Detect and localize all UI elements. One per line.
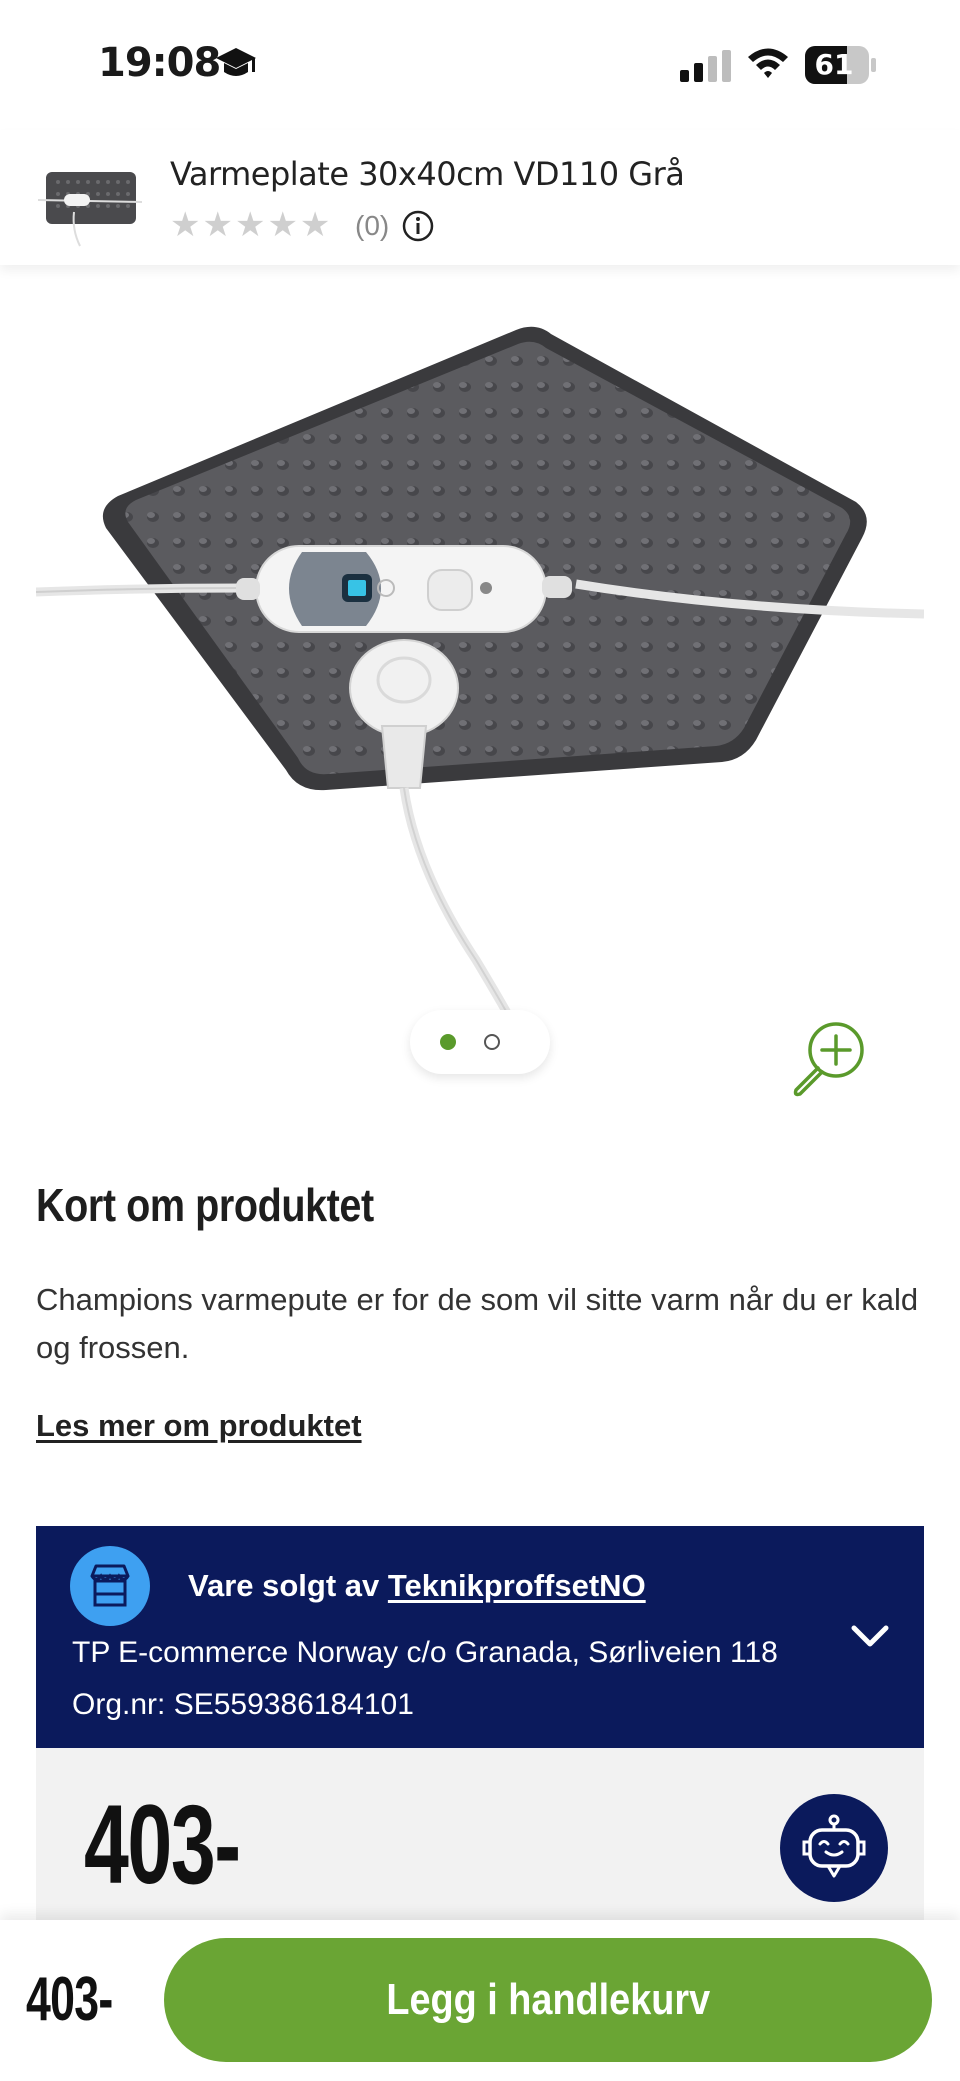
- chevron-down-icon[interactable]: [850, 1624, 890, 1650]
- about-description: Champions varmepute er for de som vil si…: [36, 1282, 919, 1365]
- product-price: 403-: [84, 1782, 241, 1907]
- bottom-price: 403-: [26, 1965, 113, 2034]
- seller-address: TP E-commerce Norway c/o Granada, Sørliv…: [72, 1636, 778, 1669]
- battery-level: 61: [814, 48, 854, 81]
- seller-title: Vare solgt av TeknikproffsetNO: [188, 1568, 646, 1604]
- add-to-cart-label: Legg i handlekurv: [386, 1975, 710, 2024]
- gallery-dot-2[interactable]: [484, 1034, 500, 1050]
- cellular-signal-icon: [680, 50, 731, 82]
- product-header: Varmeplate 30x40cm VD110 Grå ★★★★★ (0): [0, 130, 960, 265]
- add-to-cart-button[interactable]: Legg i handlekurv: [164, 1938, 932, 2062]
- about-title: Kort om produktet: [36, 1179, 374, 1231]
- gallery-dot-1[interactable]: [440, 1034, 456, 1050]
- rating-count[interactable]: (0): [355, 210, 389, 242]
- robot-icon: [802, 1814, 866, 1878]
- status-bar: 19:08 61: [0, 0, 960, 130]
- product-image-gallery[interactable]: [35, 270, 925, 1100]
- seller-info[interactable]: Vare solgt av TeknikproffsetNO TP E-comm…: [36, 1526, 924, 1748]
- zoom-in-icon[interactable]: [786, 1018, 868, 1100]
- rating-stars[interactable]: ★★★★★: [170, 205, 332, 245]
- product-title: Varmeplate 30x40cm VD110 Grå: [170, 155, 685, 193]
- seller-prefix: Vare solgt av: [188, 1568, 388, 1603]
- product-thumbnail[interactable]: [38, 160, 146, 250]
- info-icon[interactable]: [402, 210, 434, 242]
- status-time: 19:08: [98, 40, 221, 86]
- product-image[interactable]: [35, 270, 925, 1100]
- gallery-pagination: [410, 1010, 550, 1074]
- wifi-icon: [748, 48, 788, 78]
- seller-org-number: Org.nr: SE559386184101: [72, 1688, 414, 1721]
- bottom-purchase-bar: 403- Legg i handlekurv: [0, 1920, 960, 2081]
- seller-name-link[interactable]: TeknikproffsetNO: [388, 1568, 646, 1603]
- read-more-link[interactable]: Les mer om produktet: [36, 1408, 362, 1444]
- chat-assistant-button[interactable]: [780, 1794, 888, 1902]
- graduation-cap-icon: [216, 48, 256, 76]
- store-icon: [70, 1546, 150, 1626]
